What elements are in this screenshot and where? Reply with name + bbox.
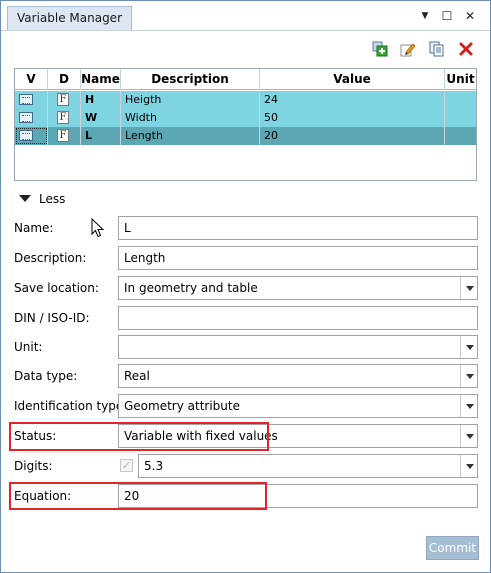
cell-description: Heigth — [121, 91, 260, 109]
save-location-value: In geometry and table — [124, 281, 258, 295]
name-input[interactable]: L — [118, 216, 478, 240]
chevron-down-icon[interactable] — [460, 425, 477, 447]
commit-button[interactable]: Commit — [426, 536, 479, 560]
variable-table-icon — [19, 94, 33, 105]
save-location-label: Save location: — [14, 281, 99, 295]
variable-table-icon — [19, 130, 33, 141]
copy-icon[interactable] — [429, 41, 445, 57]
variable-manager-window: Variable Manager ▼ ☐ ✕ V D Name Descript… — [0, 0, 491, 573]
status-highlight-box — [9, 422, 269, 451]
cell-value: 50 — [260, 109, 445, 127]
collapse-arrow-icon — [19, 195, 31, 202]
name-label: Name: — [14, 221, 54, 235]
variables-table[interactable]: V D Name Description Value Unit F H Heig… — [14, 68, 477, 181]
formula-icon: F — [57, 111, 69, 124]
cell-unit — [445, 109, 476, 127]
column-header-value[interactable]: Value — [260, 69, 445, 90]
column-header-v[interactable]: V — [15, 69, 48, 90]
column-header-unit[interactable]: Unit — [445, 69, 476, 90]
digits-checkbox[interactable]: ✓ — [120, 459, 133, 472]
title-bar: Variable Manager ▼ ☐ ✕ — [1, 1, 490, 31]
column-header-name[interactable]: Name — [81, 69, 121, 90]
cell-description: Length — [121, 127, 260, 145]
chevron-down-icon[interactable] — [460, 455, 477, 477]
cell-name: H — [81, 91, 121, 109]
cell-unit — [445, 127, 476, 145]
cell-value: 24 — [260, 91, 445, 109]
identification-type-select[interactable]: Geometry attribute — [118, 394, 478, 418]
chevron-down-icon[interactable] — [460, 336, 477, 358]
din-iso-id-input[interactable] — [118, 306, 478, 330]
identification-type-label: Identification type: — [14, 399, 128, 413]
din-iso-id-label: DIN / ISO-ID: — [14, 311, 90, 325]
table-header: V D Name Description Value Unit — [15, 69, 476, 90]
unit-select[interactable] — [118, 335, 478, 359]
cell-unit — [445, 91, 476, 109]
delete-icon[interactable] — [458, 41, 474, 57]
menu-dropdown-icon[interactable]: ▼ — [417, 8, 433, 24]
data-type-label: Data type: — [14, 369, 78, 383]
formula-icon: F — [57, 129, 69, 142]
less-toggle-label: Less — [39, 192, 66, 206]
chevron-down-icon[interactable] — [460, 365, 477, 387]
cell-value: 20 — [260, 127, 445, 145]
equation-highlight-box — [9, 482, 267, 510]
data-type-value: Real — [124, 369, 150, 383]
column-header-description[interactable]: Description — [121, 69, 260, 90]
edit-icon[interactable] — [400, 41, 416, 57]
maximize-icon[interactable]: ☐ — [439, 8, 455, 24]
cell-name: W — [81, 109, 121, 127]
digits-value: 5.3 — [144, 459, 164, 473]
chevron-down-icon[interactable] — [460, 277, 477, 299]
table-row[interactable]: F W Width 50 — [15, 109, 476, 127]
variable-table-icon — [19, 112, 33, 123]
cell-description: Width — [121, 109, 260, 127]
chevron-down-icon[interactable] — [460, 395, 477, 417]
digits-label: Digits: — [14, 459, 53, 473]
identification-type-value: Geometry attribute — [124, 399, 240, 413]
table-row-selected[interactable]: F L Length 20 — [15, 127, 476, 145]
description-input[interactable]: Length — [118, 246, 478, 270]
digits-select[interactable]: 5.3 — [138, 454, 478, 478]
save-location-select[interactable]: In geometry and table — [118, 276, 478, 300]
unit-label: Unit: — [14, 340, 43, 354]
formula-icon: F — [57, 93, 69, 106]
column-header-d[interactable]: D — [48, 69, 81, 90]
mouse-cursor-icon — [91, 217, 105, 238]
cell-name: L — [81, 127, 121, 145]
data-type-select[interactable]: Real — [118, 364, 478, 388]
add-variable-icon[interactable] — [372, 41, 388, 57]
window-title-tab[interactable]: Variable Manager — [7, 6, 132, 30]
close-icon[interactable]: ✕ — [462, 8, 478, 24]
table-row[interactable]: F H Heigth 24 — [15, 91, 476, 109]
description-label: Description: — [14, 251, 87, 265]
